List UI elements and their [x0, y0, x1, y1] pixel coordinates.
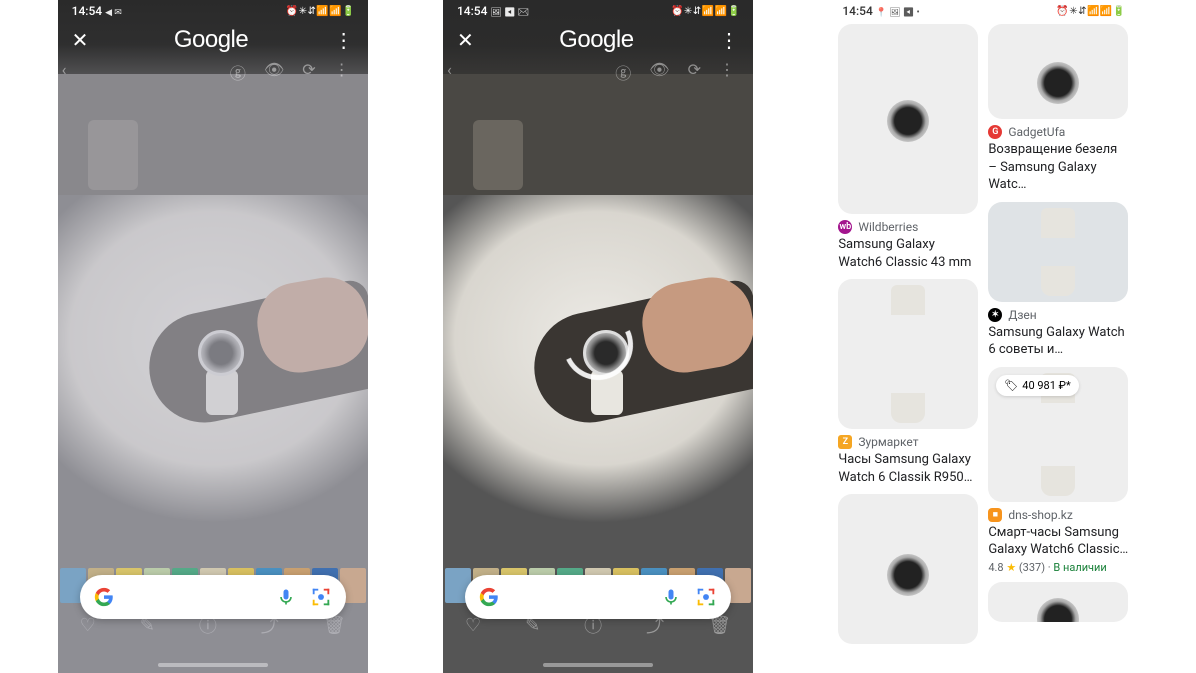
result-title: Samsung Galaxy Watch6 Classic 43 mm — [838, 236, 978, 271]
result-source: dns-shop.kz — [1008, 508, 1073, 522]
screen-results: 14:54 📍 🖼 ◀ • ⏰ ✳ ⇵ 📶 📶 🔋 wb Wildberries… — [828, 0, 1138, 673]
result-card[interactable] — [838, 494, 978, 644]
result-image — [838, 24, 978, 214]
result-source-row: ✶ Дзен — [988, 308, 1128, 322]
google-g-icon — [94, 587, 114, 607]
screen-lens-loading: 14:54 🖼 ◀ ✉ ⏰ ✳ ⇵ 📶 📶 🔋 ✕ Google ⋮ ‹ ⓖ 👁… — [443, 0, 753, 673]
more-icon[interactable]: ⋮ — [719, 28, 739, 52]
result-source: Wildberries — [858, 220, 918, 234]
text-mode-icon[interactable]: 👁 — [649, 60, 669, 84]
source-badge-icon: Z — [838, 435, 852, 449]
status-time: 14:54 — [72, 4, 102, 18]
mode-more-icon[interactable]: ⋮ — [719, 60, 735, 84]
result-source: Дзен — [1008, 308, 1036, 322]
result-card[interactable]: G GadgetUfa Возвращение безеля – Samsung… — [988, 24, 1128, 194]
result-card[interactable]: wb Wildberries Samsung Galaxy Watch6 Cla… — [838, 24, 978, 271]
status-right-icons: ⏰ ✳ ⇵ 📶 📶 🔋 — [1056, 6, 1124, 17]
result-card[interactable]: ✶ Дзен Samsung Galaxy Watch 6 советы и… — [988, 202, 1128, 359]
results-col-right: G GadgetUfa Возвращение безеля – Samsung… — [988, 24, 1128, 673]
status-right-icons: ⏰ ✳ ⇵ 📶 📶 🔋 — [671, 6, 739, 17]
lens-icon[interactable] — [310, 586, 332, 608]
search-mode-icon[interactable]: ⟳ — [302, 60, 315, 84]
search-pill[interactable] — [465, 575, 731, 619]
status-left-icons: 📍 🖼 ◀ • — [876, 8, 920, 18]
price-value: 40 981 ₽* — [1022, 379, 1070, 392]
result-image — [988, 202, 1128, 302]
status-time: 14:54 — [457, 4, 487, 18]
more-icon[interactable]: ⋮ — [334, 28, 354, 52]
translate-mode-icon[interactable]: ⓖ — [230, 60, 246, 84]
google-g-icon — [479, 587, 499, 607]
results-grid[interactable]: wb Wildberries Samsung Galaxy Watch6 Cla… — [828, 24, 1138, 673]
source-badge-icon: ✶ — [988, 308, 1002, 322]
mic-icon[interactable] — [661, 587, 681, 607]
mode-more-icon[interactable]: ⋮ — [334, 60, 350, 84]
search-pill[interactable] — [80, 575, 346, 619]
result-source-row: ■ dns-shop.kz — [988, 508, 1128, 522]
status-time: 14:54 — [842, 4, 872, 18]
price-chip: 🏷 40 981 ₽* — [996, 375, 1078, 396]
result-card[interactable] — [988, 582, 1128, 622]
status-left-icons: ◀ ✉ — [105, 8, 122, 18]
result-source: GadgetUfa — [1008, 125, 1065, 139]
results-col-left: wb Wildberries Samsung Galaxy Watch6 Cla… — [838, 24, 978, 673]
result-card[interactable]: Z Зурмаркет Часы Samsung Galaxy Watch 6 … — [838, 279, 978, 486]
result-rating: 4.8 — [988, 561, 1003, 574]
result-title: Часы Samsung Galaxy Watch 6 Classik R950… — [838, 451, 978, 486]
source-badge-icon: G — [988, 125, 1002, 139]
screen-lens-dimmed: 14:54 ◀ ✉ ⏰ ✳ ⇵ 📶 📶 🔋 ✕ Google ⋮ ‹ ⓖ 👁 ⟳… — [58, 0, 368, 673]
result-title: Samsung Galaxy Watch 6 советы и… — [988, 324, 1128, 359]
google-logo: Google — [174, 26, 248, 54]
nav-handle[interactable] — [543, 663, 653, 667]
star-icon: ★ — [1006, 561, 1016, 574]
translate-mode-icon[interactable]: ⓖ — [615, 60, 631, 84]
result-source-row: Z Зурмаркет — [838, 435, 978, 449]
result-source-row: wb Wildberries — [838, 220, 978, 234]
source-badge-icon: ■ — [988, 508, 1002, 522]
result-card[interactable]: 🏷 40 981 ₽* ■ dns-shop.kz Смарт-часы Sam… — [988, 367, 1128, 574]
result-image — [838, 279, 978, 429]
status-bar: 14:54 ◀ ✉ ⏰ ✳ ⇵ 📶 📶 🔋 — [58, 0, 368, 22]
status-left-icons: 🖼 ◀ ✉ — [490, 8, 529, 18]
status-bar: 14:54 🖼 ◀ ✉ ⏰ ✳ ⇵ 📶 📶 🔋 — [443, 0, 753, 22]
text-mode-icon[interactable]: 👁 — [264, 60, 284, 84]
search-mode-icon[interactable]: ⟳ — [688, 60, 701, 84]
result-meta: 4.8 ★ (337) · В наличии — [988, 561, 1128, 574]
result-source-row: G GadgetUfa — [988, 125, 1128, 139]
result-title: Возвращение безеля – Samsung Galaxy Watc… — [988, 141, 1128, 194]
lens-mode-row: ‹ ⓖ 👁 ⟳ ⋮ — [443, 54, 753, 84]
back-chevron-icon[interactable]: ‹ — [447, 60, 452, 84]
mic-icon[interactable] — [276, 587, 296, 607]
close-icon[interactable]: ✕ — [72, 28, 89, 52]
result-source: Зурмаркет — [858, 435, 918, 449]
nav-handle[interactable] — [158, 663, 268, 667]
status-right-icons: ⏰ ✳ ⇵ 📶 📶 🔋 — [286, 6, 354, 17]
source-badge-icon: wb — [838, 220, 852, 234]
status-bar: 14:54 📍 🖼 ◀ • ⏰ ✳ ⇵ 📶 📶 🔋 — [828, 0, 1138, 22]
result-image — [838, 494, 978, 644]
lens-icon[interactable] — [695, 586, 717, 608]
lens-mode-row: ‹ ⓖ 👁 ⟳ ⋮ — [58, 54, 368, 84]
result-title: Смарт-часы Samsung Galaxy Watch6 Classic… — [988, 524, 1128, 559]
tag-icon: 🏷 — [1004, 379, 1018, 392]
result-stock: В наличии — [1053, 561, 1106, 574]
google-logo: Google — [559, 26, 633, 54]
close-icon[interactable]: ✕ — [457, 28, 474, 52]
back-chevron-icon[interactable]: ‹ — [62, 60, 67, 84]
result-image — [988, 582, 1128, 622]
result-image — [988, 24, 1128, 119]
result-image: 🏷 40 981 ₽* — [988, 367, 1128, 502]
result-reviews: (337) — [1019, 561, 1045, 574]
